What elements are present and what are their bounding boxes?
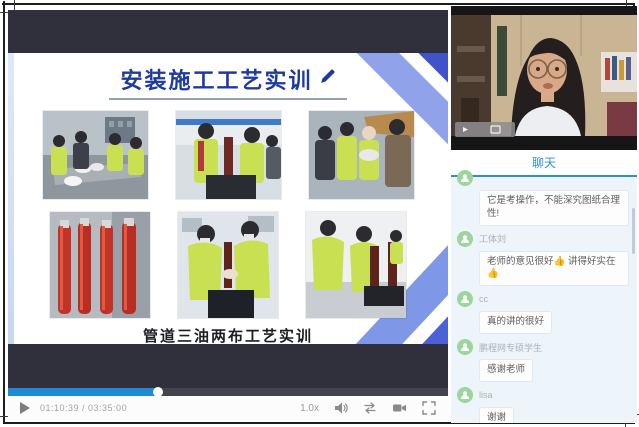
player-control-bar: 01:10:39 / 03:35:00 1.0x	[8, 396, 448, 420]
avatar	[457, 339, 473, 355]
chat-message-text: 真的讲的很好	[479, 311, 552, 334]
camera-icon[interactable]	[392, 401, 407, 415]
training-photo-5	[178, 212, 278, 318]
chat-panel: 聊天 它是考操作，不能深究图纸合理性! 工体刘 老师的意见很好👍 讲得好实在👍 …	[451, 150, 637, 423]
progress-fill	[8, 388, 158, 396]
slide-title: 安装施工工艺实训	[120, 63, 312, 95]
chat-username: cc	[479, 294, 488, 304]
video-progress-bar[interactable]	[8, 388, 448, 396]
line-switch-icon[interactable]	[363, 401, 377, 415]
lecture-video-surface[interactable]: 安装施工工艺实训	[8, 10, 448, 388]
teacher-webcam-video[interactable]	[451, 6, 637, 150]
chat-message-list[interactable]: 它是考操作，不能深究图纸合理性! 工体刘 老师的意见很好👍 讲得好实在👍 cc …	[451, 177, 637, 423]
chat-username: 鹏程网专硕学生	[479, 341, 542, 354]
chat-message: cc 真的讲的很好	[457, 291, 629, 334]
fullscreen-icon[interactable]	[422, 401, 436, 415]
chat-message-text: 老师的意见很好👍 讲得好实在👍	[479, 251, 629, 287]
chat-username: lisa	[479, 390, 493, 400]
training-photo-4	[50, 212, 150, 318]
chat-message: 工体刘 老师的意见很好👍 讲得好实在👍	[457, 231, 629, 287]
chat-message: 它是考操作，不能深究图纸合理性!	[457, 170, 629, 226]
chat-message: lisa 谢谢	[457, 387, 629, 423]
presentation-slide: 安装施工工艺实训	[8, 53, 448, 344]
training-photo-6	[306, 212, 406, 318]
avatar	[457, 170, 473, 186]
time-display: 01:10:39 / 03:35:00	[40, 403, 127, 413]
chat-message: 鹏程网专硕学生 感谢老师	[457, 339, 629, 382]
avatar	[457, 387, 473, 403]
chat-scrollbar[interactable]	[632, 208, 635, 254]
letterbox-top	[8, 10, 448, 53]
play-button[interactable]	[20, 402, 30, 414]
letterbox-bottom	[8, 344, 448, 388]
training-photo-3	[309, 111, 414, 199]
pencil-icon	[319, 68, 336, 90]
chat-message-text: 它是考操作，不能深究图纸合理性!	[479, 190, 629, 226]
volume-icon[interactable]	[334, 401, 348, 415]
training-photo-2	[176, 111, 281, 199]
playback-speed-button[interactable]: 1.0x	[300, 403, 319, 414]
chat-username: 工体刘	[479, 232, 506, 245]
training-photo-1	[43, 111, 148, 199]
avatar	[457, 291, 473, 307]
title-underline	[109, 98, 347, 100]
chat-message-text: 谢谢	[479, 407, 514, 423]
avatar	[457, 231, 473, 247]
slide-caption: 管道三油两布工艺实训	[8, 325, 448, 344]
tab-chat[interactable]: 聊天	[532, 154, 556, 171]
chat-message-text: 感谢老师	[479, 359, 533, 382]
